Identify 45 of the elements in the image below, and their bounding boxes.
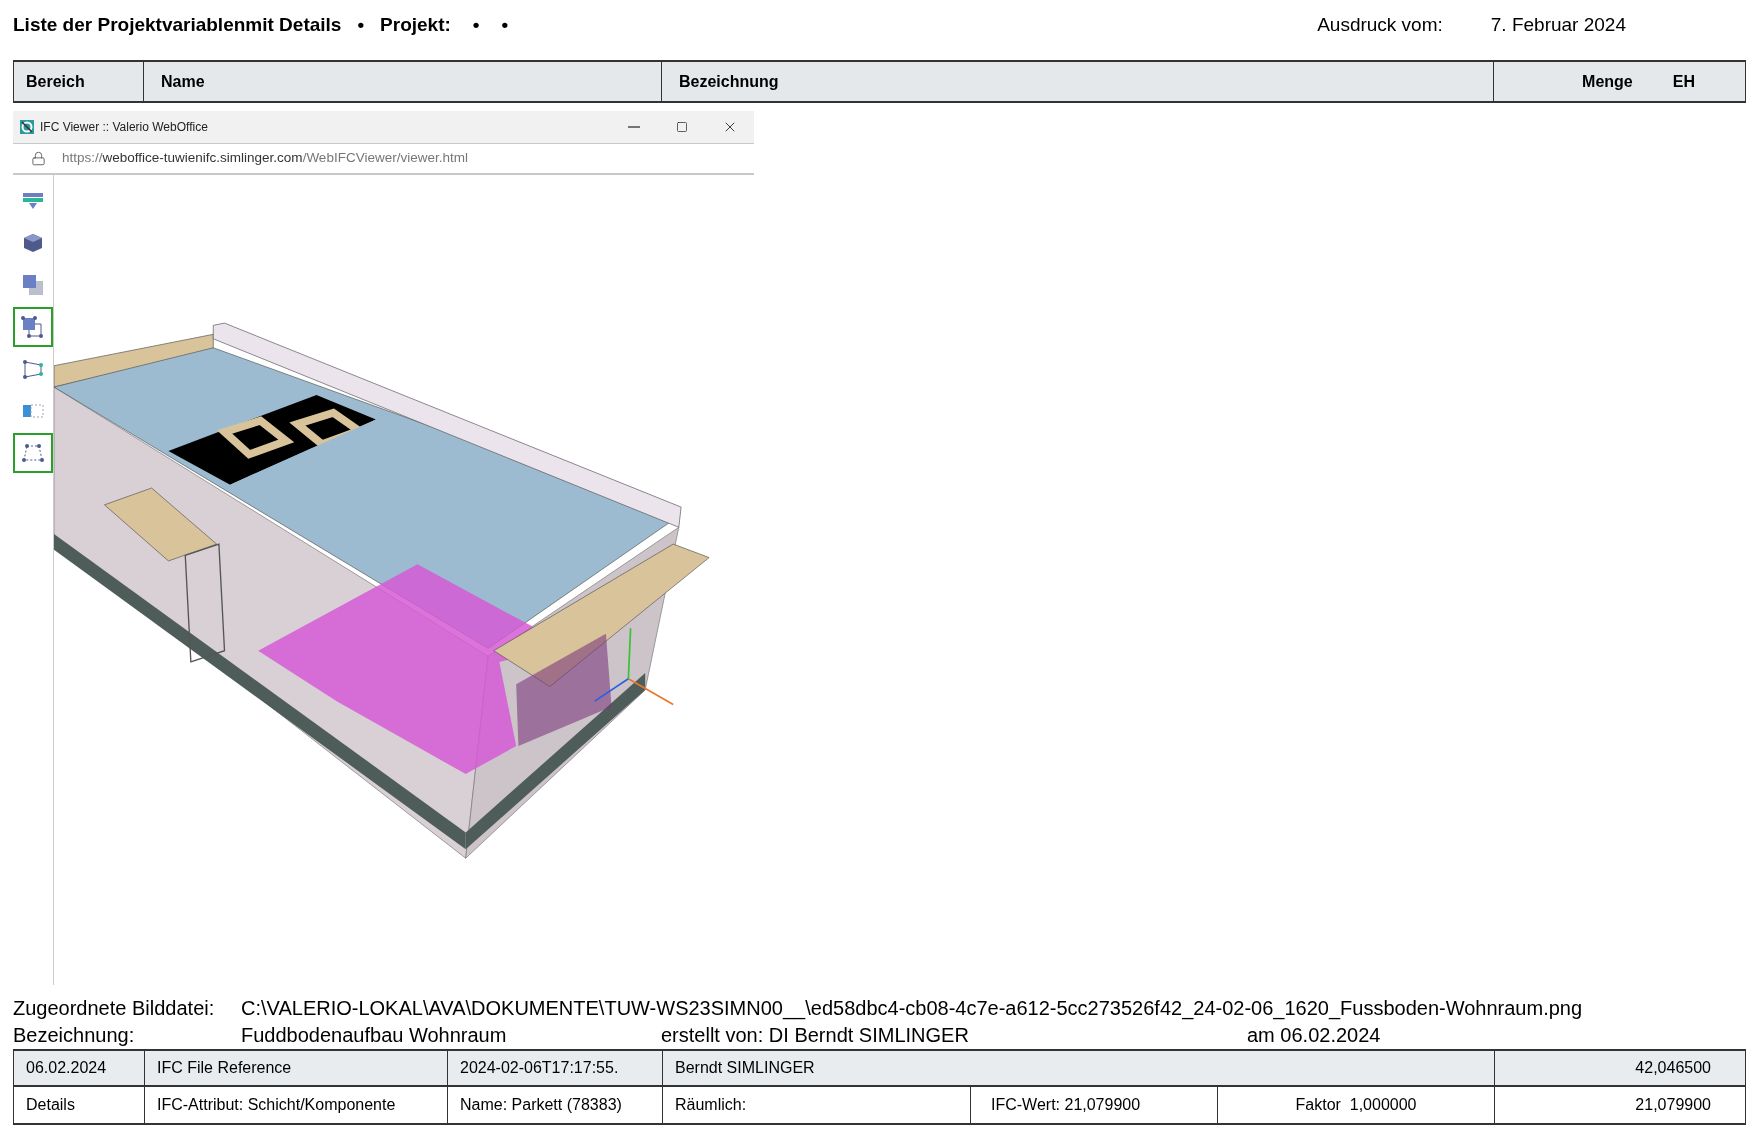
polygon-icon <box>22 359 44 379</box>
column-header: Name <box>161 71 205 92</box>
image-file-path: C:\VALERIO-LOKAL\AVA\DOKUMENTE\TUW-WS23SIMN00__\ed58dbc4-cb08-4c7e-a612-5cc273526f42_24-02-06_1620_Fussboden-Wohnraum.png <box>241 996 1583 1022</box>
column-header: Bereich <box>26 71 85 92</box>
image-file-label: Zugeordnete Bilddatei: <box>13 996 216 1021</box>
split-view-icon <box>22 403 44 419</box>
description-value: Fuddbodenaufbau Wohnraum <box>241 1023 508 1048</box>
table-cell-text: IFC-Wert: 21,079900 <box>991 1095 1141 1115</box>
bullet-separator: • <box>357 12 365 37</box>
report-title: Liste der Projektvariablenmit Details <box>13 12 342 37</box>
table-cell-text: Faktor 1,000000 <box>1295 1095 1417 1115</box>
table-cell-text: Räumlich: <box>675 1095 747 1115</box>
column-header: EH <box>1672 71 1695 92</box>
lock-icon <box>31 151 46 166</box>
minimize-icon <box>628 126 640 128</box>
table-cell-text: Name: Parkett (78383) <box>460 1095 622 1115</box>
tool-button[interactable] <box>13 433 53 473</box>
table-cell-text: IFC-Attribut: Schicht/Komponente <box>157 1095 396 1115</box>
tool-button[interactable] <box>13 307 53 347</box>
layers-icon <box>22 274 44 296</box>
project-value: • <box>501 12 509 37</box>
table-cell-text: IFC File Reference <box>157 1058 292 1078</box>
window-title: IFC Viewer :: Valerio WebOffice <box>40 119 208 136</box>
table-cell-text: 2024-02-06T17:17:55. <box>460 1058 619 1078</box>
column-header: Bezeichnung <box>679 71 779 92</box>
date-text: am 06.02.2024 <box>1247 1023 1381 1048</box>
vertex-frame-icon <box>21 442 45 464</box>
author-text: erstellt von: DI Berndt SIMLINGER <box>661 1023 970 1048</box>
cube-icon <box>23 233 43 253</box>
maximize-icon <box>676 121 688 133</box>
table-cell-text: 42,046500 <box>1635 1058 1711 1078</box>
table-cell-text: Berndt SIMLINGER <box>675 1058 815 1078</box>
box-select-icon <box>21 316 45 338</box>
section-plane-icon <box>22 191 44 211</box>
table-cell-text: 21,079900 <box>1635 1095 1711 1115</box>
print-date-label: Ausdruck vom: <box>1317 12 1443 37</box>
project-label: Projekt: <box>380 12 451 37</box>
table-cell-text: Details <box>26 1095 75 1115</box>
app-logo-icon <box>19 119 35 135</box>
column-header: Menge <box>1582 71 1633 92</box>
description-label: Bezeichnung: <box>13 1023 136 1048</box>
print-date: 7. Februar 2024 <box>1490 12 1626 37</box>
table-cell-text: 06.02.2024 <box>26 1058 107 1078</box>
page-url[interactable]: https://weboffice-tuwienifc.simlinger.com/WebIFCViewer/viewer.html <box>62 148 468 169</box>
project-value: • <box>472 12 480 37</box>
